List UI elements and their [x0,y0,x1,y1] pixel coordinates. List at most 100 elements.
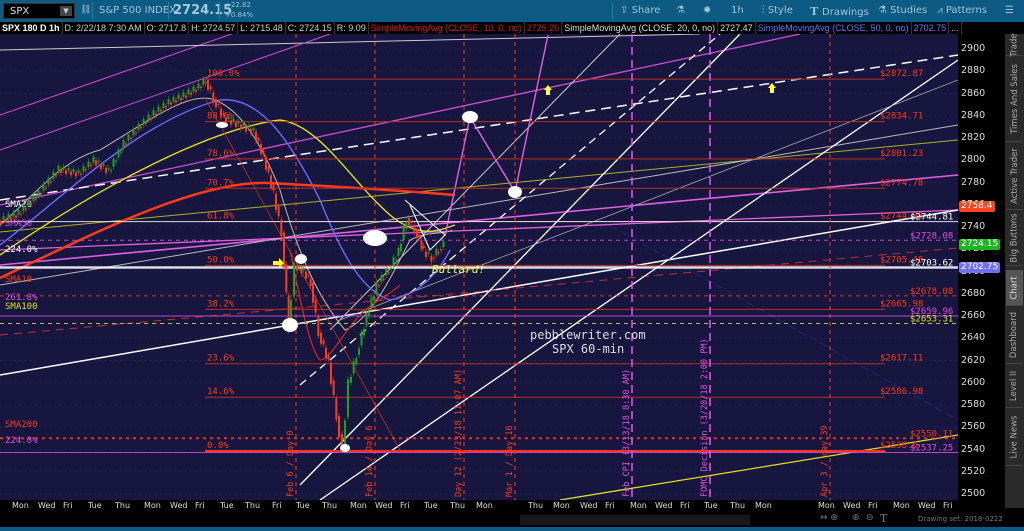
candle [112,158,115,167]
candle [20,213,22,215]
candle [235,122,237,127]
candle [92,156,95,163]
sidebar-tab-label: Trade [1009,32,1020,57]
candle [420,240,423,250]
candle [202,79,205,85]
candle [437,252,440,254]
style-button[interactable]: ⫶ Style [762,5,793,16]
drawing-set-label[interactable]: Drawing set: 2018-0222 [918,515,1003,523]
candle [22,205,25,212]
candle [335,398,338,420]
event-label: Feb 14 / Day 6 [365,425,375,497]
candle [17,210,20,215]
sidebar-tab-live-news[interactable]: Live News [1006,408,1023,466]
candle [435,248,438,256]
drawings-label: Drawings [822,7,869,18]
candle [442,241,445,248]
zoom-out-icon[interactable]: ⊖ [866,513,874,523]
time-tick: Wed [843,501,861,510]
event-label: Apr 3 / day 39 [820,425,830,497]
time-tick: Wed [918,501,936,510]
candle [95,160,97,166]
time-tick: Thu [322,501,338,510]
text-tool-icon[interactable]: T [880,512,887,525]
gear-icon[interactable]: ✹ [703,5,711,16]
candle [252,127,255,131]
candle [67,168,70,171]
candle [257,137,260,141]
candle [35,198,37,200]
candle [30,203,32,205]
arrow-up-icon [768,83,776,93]
price-tick: 2900 [961,43,986,54]
fib-percent-label: 61.8% [207,211,235,221]
candle [204,82,207,84]
level-price-label: $2550.11 [910,429,953,439]
time-tick: Mon [350,501,367,510]
sma50-label[interactable]: SimpleMovingAvg (CLOSE, 50, 0, no) [756,22,912,34]
candle [37,190,40,197]
candle [332,380,335,395]
symbol-input[interactable]: SPX ▼ [3,3,75,19]
fib-percent-label: 23.6% [207,354,235,364]
candle [317,316,320,337]
candle [387,272,390,274]
beaker-icon[interactable]: ⚗ [676,5,685,16]
patterns-button[interactable]: ⩘ Patterns [937,5,987,16]
sidebar-tab-chart[interactable]: Chart [1006,270,1023,306]
candle [265,156,267,170]
more-studies[interactable]: ... [949,22,962,34]
price-tick: 2840 [961,109,986,121]
price-axis[interactable]: 2900288028602840282028002780276027402720… [958,34,1005,500]
sidebar-tab-trade[interactable]: Trade [1006,32,1023,57]
candle [7,214,10,219]
sidebar-tab-level-ii[interactable]: Level II [1006,364,1023,408]
pivot-marker [340,444,350,452]
price-tick: 2800 [961,154,986,166]
scroll-thumb[interactable] [520,515,750,525]
level-price-label: $2744.81 [910,213,953,223]
time-tick: Fri [63,501,73,510]
candle [416,229,418,239]
candle [296,265,298,271]
candle [370,297,373,309]
candle [177,94,180,100]
sidebar-tab-dashboard[interactable]: Dashboard [1006,306,1023,364]
menu-icon[interactable]: ☰ [1005,5,1014,16]
sidebar-tab-active-trader[interactable]: Active Trader [1006,142,1023,210]
candle [160,109,162,112]
candle [140,126,142,128]
studies-button[interactable]: ⚗ Studies [878,5,927,16]
bar-open: O: 2717.8 [145,22,190,34]
candle [82,165,85,172]
price-tick: 2540 [961,443,986,455]
zoom-in-icon[interactable]: ⊕ [852,513,860,523]
price-tick: 2820 [961,132,986,143]
link-icon[interactable]: ⛓ [80,5,91,15]
time-tick: Wed [375,501,393,510]
level-left-label: 224.0% [5,245,38,255]
price-chart[interactable]: 100.0% $2872.87 88.6% $2834.71 78.6% $2801.23… [0,34,958,500]
symbol-description: S&P 500 INDEX [99,5,176,16]
fib-price-label: $2617.11 [880,354,923,364]
pan-icon[interactable]: ⇔ ⊕ [820,513,838,523]
candle [172,96,175,102]
sidebar-tab-times-and-sales[interactable]: Times And Sales [1006,56,1023,142]
time-tick: Tue [220,501,234,510]
candle [408,218,410,226]
drawings-button[interactable]: T Drawings [810,5,869,18]
candle [300,268,303,274]
sidebar-tab-big-buttons[interactable]: Big Buttons [1006,210,1023,266]
share-button[interactable]: ⇪ Share [620,5,660,16]
divider [219,2,220,20]
candle [155,113,157,116]
candle [280,219,283,236]
sma10-label[interactable]: SimpleMovingAvg (CLOSE, 10, 0, no) [369,22,525,34]
candle [72,169,75,172]
chevron-down-icon[interactable]: ▼ [60,6,72,16]
sma20-label[interactable]: SimpleMovingAvg (CLOSE, 20, 0, no) [562,22,719,34]
timeframe-button[interactable]: 1h [731,5,744,16]
candle [250,129,252,134]
level-price-label: $2537.25 [910,444,953,454]
time-axis[interactable]: Mon Wed Fri Tue Thu Mon Wed Fri Tue Thu Fri Tue Thu M… [0,500,958,512]
